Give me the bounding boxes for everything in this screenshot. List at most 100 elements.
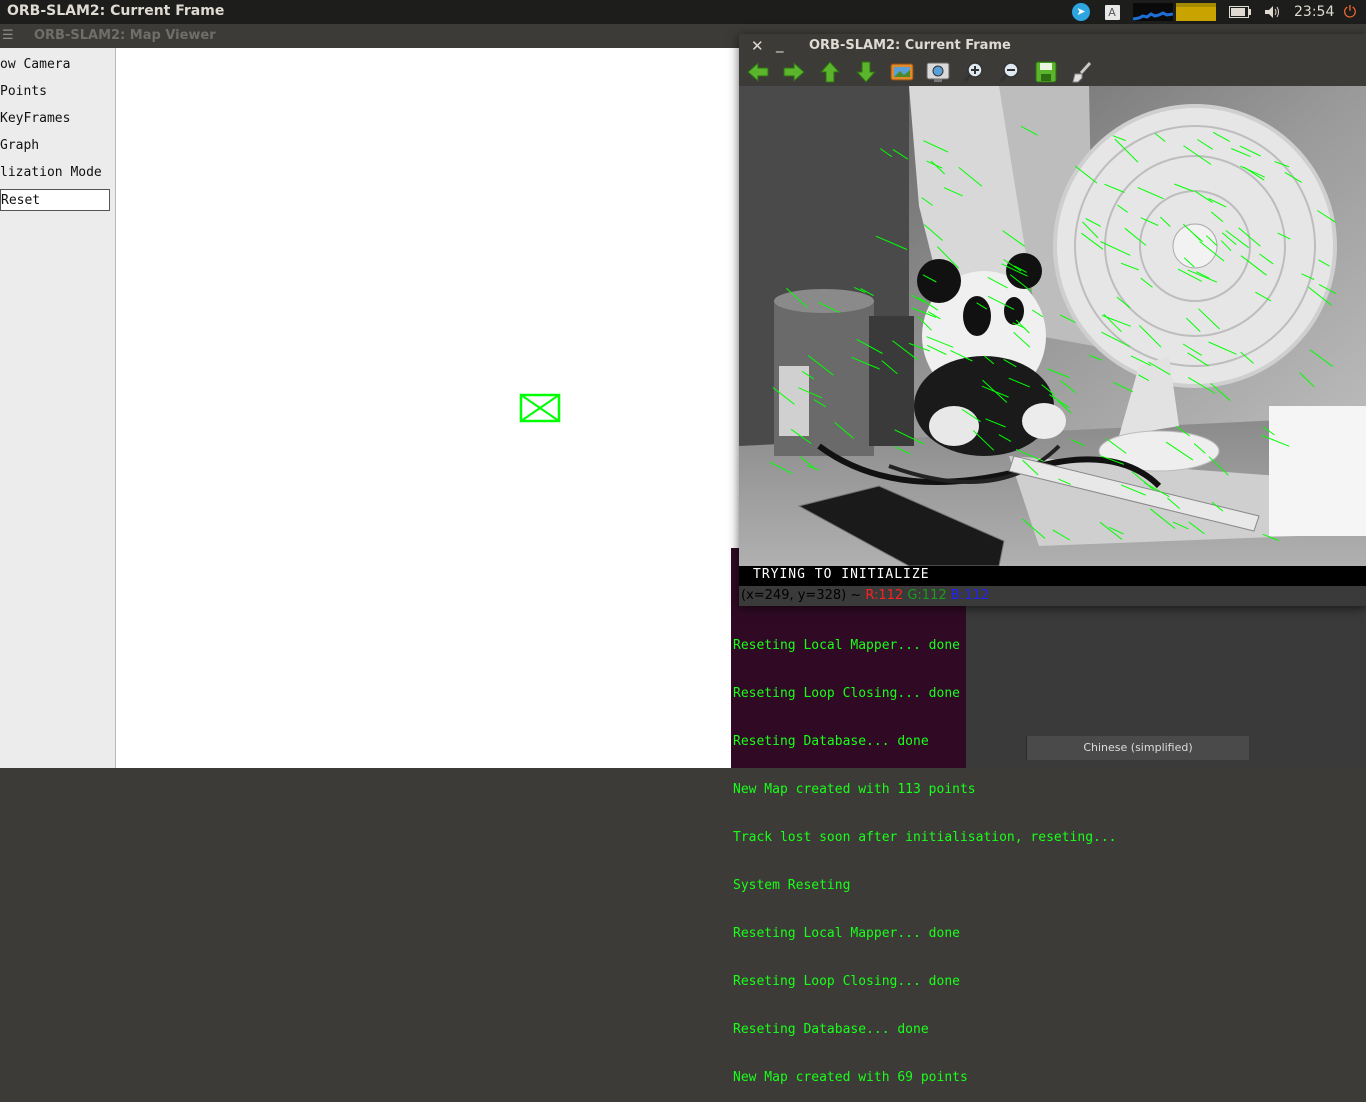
input-method-status[interactable]: Chinese (simplified) — [1026, 736, 1249, 760]
map-viewer-title: ORB-SLAM2: Map Viewer — [34, 28, 216, 43]
active-window-title: ORB-SLAM2: Current Frame — [7, 3, 225, 19]
show-graph-label: Graph — [0, 138, 40, 153]
viewer-options-panel: ow Camera Points KeyFrames Graph lizatio… — [0, 48, 116, 768]
feature-match-line — [1015, 448, 1044, 462]
feature-match-line — [1106, 438, 1127, 454]
feature-match-line — [1100, 455, 1125, 465]
feature-match-line — [769, 461, 793, 475]
feature-match-line — [943, 187, 963, 197]
current-frame-window: ✕ _ ORB-SLAM2: Current Frame TRYING TO I… — [739, 34, 1366, 606]
feature-match-line — [1085, 218, 1102, 227]
current-frame-titlebar[interactable]: ✕ _ ORB-SLAM2: Current Frame — [739, 34, 1366, 58]
arrow-up-icon[interactable] — [817, 60, 843, 84]
feature-match-line — [801, 370, 815, 380]
feature-match-line — [1172, 521, 1189, 530]
clock[interactable]: 23:54 — [1294, 4, 1334, 20]
show-keyframes-toggle[interactable]: KeyFrames — [0, 108, 110, 130]
feature-match-line — [1309, 349, 1334, 368]
show-keyframes-label: KeyFrames — [0, 111, 71, 126]
feature-match-line — [958, 167, 983, 187]
feature-match-line — [921, 197, 933, 206]
feature-match-line — [926, 160, 943, 169]
feature-match-line — [1099, 521, 1123, 540]
network-monitor-icon[interactable] — [1133, 0, 1173, 24]
feature-match-line — [1284, 171, 1302, 183]
feature-match-line — [1255, 291, 1272, 302]
feature-match-line — [894, 429, 925, 445]
feature-match-line — [1060, 380, 1077, 394]
feature-match-line — [926, 336, 954, 348]
camera-frame-image[interactable] — [739, 86, 1366, 566]
feature-match-line — [1262, 533, 1280, 542]
feature-match-line — [1113, 381, 1134, 393]
feature-match-line — [1198, 308, 1220, 330]
feature-match-line — [881, 360, 898, 375]
battery-icon[interactable] — [1228, 0, 1252, 24]
close-icon[interactable]: ✕ — [751, 37, 764, 55]
menu-icon[interactable]: ☰ — [2, 28, 14, 43]
fit-window-icon[interactable] — [925, 60, 951, 84]
arrow-right-icon[interactable] — [781, 60, 807, 84]
minimize-icon[interactable]: _ — [776, 35, 784, 53]
feature-match-line — [1208, 341, 1237, 355]
feature-match-line — [1149, 508, 1176, 529]
zoom-out-icon[interactable] — [997, 60, 1023, 84]
feature-match-line — [1317, 210, 1336, 223]
feature-match-line — [1074, 165, 1098, 184]
localization-mode-toggle[interactable]: lization Mode — [0, 162, 110, 184]
zoom-in-icon[interactable] — [961, 60, 987, 84]
arrow-left-icon[interactable] — [745, 60, 771, 84]
feature-match-line — [1020, 125, 1038, 136]
keyboard-icon[interactable]: A — [1103, 0, 1121, 24]
feature-match-line — [976, 302, 988, 310]
feature-match-line — [961, 408, 981, 423]
feature-match-line — [1116, 296, 1131, 309]
feature-match-line — [851, 356, 880, 370]
cpu-monitor-icon[interactable] — [1176, 0, 1216, 24]
terminal-line: Reseting Loop Closing... done — [733, 686, 960, 701]
pixel-blue: B:112 — [950, 588, 989, 603]
feature-match-line — [1193, 443, 1206, 454]
feature-match-line — [1220, 240, 1232, 252]
terminal-line: Reseting Loop Closing... done — [733, 974, 960, 989]
pixel-coords: (x=249, y=328) ~ — [739, 588, 862, 603]
feature-match-line — [1120, 262, 1139, 271]
feature-match-line — [1041, 384, 1055, 396]
feature-match-line — [1052, 395, 1072, 414]
feature-match-line — [1277, 232, 1291, 240]
feature-match-line — [894, 446, 911, 455]
image-icon[interactable] — [889, 60, 915, 84]
reset-button[interactable]: Reset — [0, 189, 110, 211]
feature-match-line — [1160, 216, 1171, 227]
feature-match-line — [1205, 235, 1218, 246]
feature-match-line — [1013, 331, 1031, 348]
feature-match-line — [1059, 314, 1076, 324]
show-graph-toggle[interactable]: Graph — [0, 135, 110, 157]
feature-match-line — [926, 344, 947, 355]
volume-icon[interactable] — [1262, 0, 1284, 24]
power-icon[interactable]: ⏻ — [1340, 0, 1360, 24]
feature-match-line — [892, 340, 918, 361]
feature-match-line — [860, 288, 874, 297]
arrow-down-icon[interactable] — [853, 60, 879, 84]
feature-match-line — [1197, 139, 1213, 150]
follow-camera-toggle[interactable]: ow Camera — [0, 54, 110, 76]
feature-match-line — [1186, 317, 1201, 332]
save-icon[interactable] — [1033, 60, 1059, 84]
show-points-toggle[interactable]: Points — [0, 81, 110, 103]
terminal-line: Reseting Local Mapper... done — [733, 638, 960, 653]
feature-match-line — [1022, 459, 1039, 476]
feature-match-line — [1081, 232, 1104, 250]
terminal-line: New Map created with 113 points — [733, 782, 976, 797]
feature-match-line — [1183, 257, 1195, 268]
feature-match-line — [1058, 478, 1071, 485]
feature-match-line — [1003, 358, 1017, 368]
feature-match-line — [799, 456, 815, 468]
telegram-icon[interactable]: ➤ — [1070, 0, 1092, 24]
feature-match-line — [911, 294, 925, 303]
brush-icon[interactable] — [1069, 60, 1095, 84]
feature-match-line — [1112, 135, 1126, 142]
feature-match-line — [1240, 255, 1267, 276]
feature-match-line — [1014, 265, 1027, 273]
image-toolbar — [739, 58, 1366, 86]
